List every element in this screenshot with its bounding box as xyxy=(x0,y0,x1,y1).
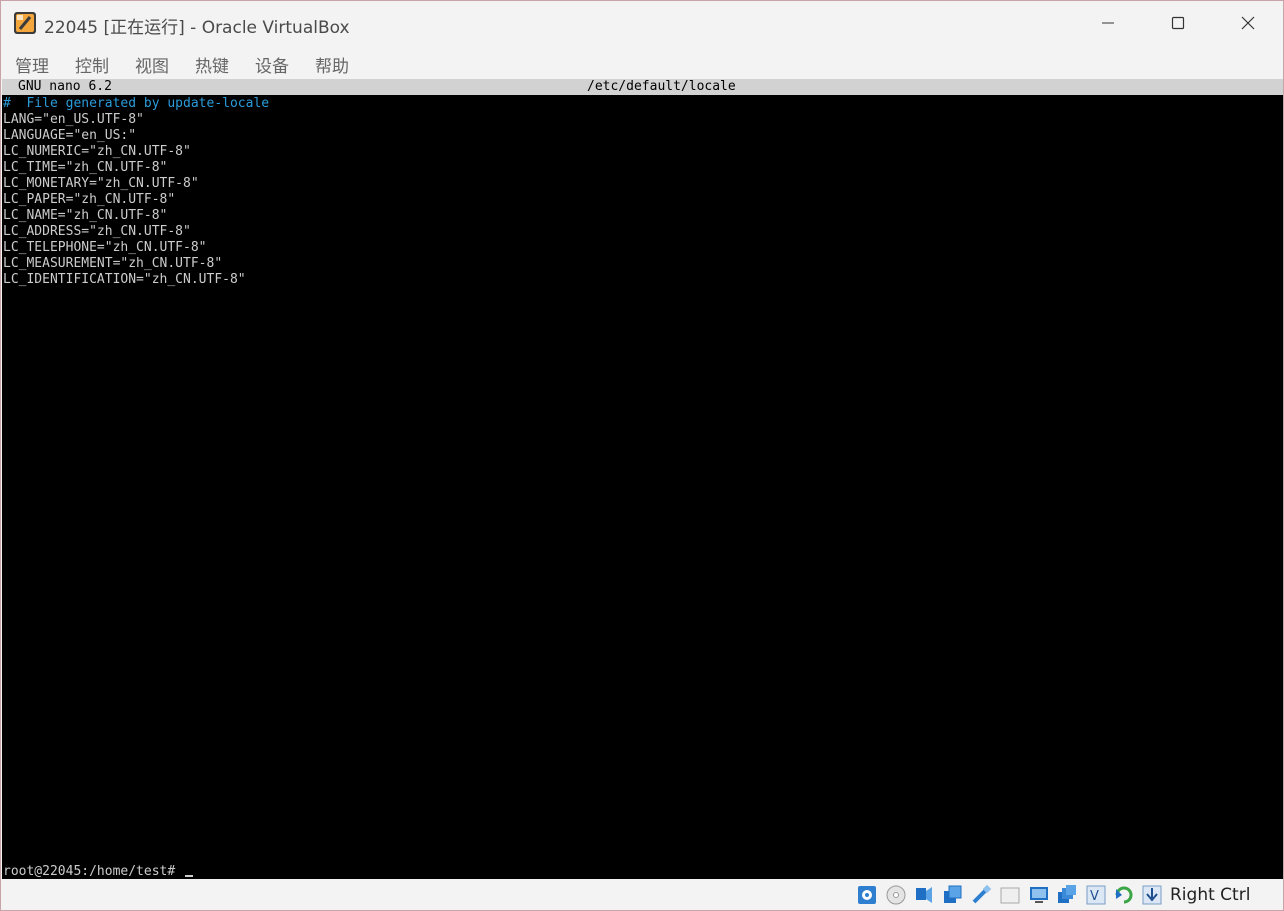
window-title: 22045 [正在运行] - Oracle VirtualBox xyxy=(44,18,350,38)
hard-disk-icon[interactable] xyxy=(857,885,877,905)
close-icon xyxy=(1241,16,1255,30)
keyboard-capture-icon[interactable] xyxy=(1142,885,1162,905)
menu-devices[interactable]: 设备 xyxy=(255,52,289,77)
minimize-button[interactable] xyxy=(1073,1,1143,45)
config-line: LC_MONETARY="zh_CN.UTF-8" xyxy=(3,176,199,191)
guest-screen[interactable]: GNU nano 6.2 /etc/default/locale # File … xyxy=(2,79,1283,879)
shell-prompt[interactable]: root@22045:/home/test# xyxy=(3,864,194,879)
mouse-integration-icon[interactable] xyxy=(1114,885,1134,905)
nano-editor-content[interactable]: # File generated by update-locale LANG="e… xyxy=(3,96,269,288)
menu-control[interactable]: 控制 xyxy=(75,52,109,77)
host-key-label[interactable]: Right Ctrl xyxy=(1170,885,1250,905)
maximize-button[interactable] xyxy=(1143,1,1213,45)
config-line: LC_ADDRESS="zh_CN.UTF-8" xyxy=(3,224,191,239)
audio-icon[interactable] xyxy=(914,885,934,905)
display-icon[interactable] xyxy=(1029,885,1049,905)
text-cursor xyxy=(185,875,194,877)
menu-bar: 管理 控制 视图 热键 设备 帮助 xyxy=(1,45,1283,79)
usb-icon[interactable] xyxy=(971,885,991,905)
config-line: LC_NAME="zh_CN.UTF-8" xyxy=(3,208,168,223)
recording-icon[interactable] xyxy=(1057,885,1077,905)
menu-hotkeys[interactable]: 热键 xyxy=(195,52,229,77)
nano-title-bar: GNU nano 6.2 /etc/default/locale xyxy=(2,79,1283,95)
config-line: LC_IDENTIFICATION="zh_CN.UTF-8" xyxy=(3,272,246,287)
prompt-text: root@22045:/home/test# xyxy=(3,864,184,879)
config-line: LANGUAGE="en_US:" xyxy=(3,128,137,143)
config-line: LC_MEASUREMENT="zh_CN.UTF-8" xyxy=(3,256,223,271)
virtualization-icon[interactable]: V xyxy=(1086,885,1106,905)
optical-drive-icon[interactable] xyxy=(886,885,906,905)
maximize-icon xyxy=(1171,16,1185,30)
menu-manage[interactable]: 管理 xyxy=(15,52,49,77)
menu-help[interactable]: 帮助 xyxy=(315,52,349,77)
shared-folders-icon[interactable] xyxy=(1000,885,1020,905)
minimize-icon xyxy=(1102,22,1114,24)
status-bar: V Right Ctrl xyxy=(1,879,1283,910)
close-button[interactable] xyxy=(1213,1,1283,45)
nano-version: GNU nano 6.2 xyxy=(18,79,112,94)
svg-text:V: V xyxy=(1090,889,1099,904)
virtualbox-app-icon xyxy=(14,12,36,34)
nano-filename: /etc/default/locale xyxy=(587,79,736,94)
config-line: LC_PAPER="zh_CN.UTF-8" xyxy=(3,192,176,207)
config-line: LC_TIME="zh_CN.UTF-8" xyxy=(3,160,168,175)
config-line: LANG="en_US.UTF-8" xyxy=(3,112,144,127)
config-line: LC_NUMERIC="zh_CN.UTF-8" xyxy=(3,144,191,159)
menu-view[interactable]: 视图 xyxy=(135,52,169,77)
network-icon[interactable] xyxy=(943,885,963,905)
virtualbox-window: 22045 [正在运行] - Oracle VirtualBox 管理 控制 视… xyxy=(0,0,1284,911)
config-line: LC_TELEPHONE="zh_CN.UTF-8" xyxy=(3,240,207,255)
title-bar[interactable]: 22045 [正在运行] - Oracle VirtualBox xyxy=(1,1,1283,45)
comment-line: # File generated by update-locale xyxy=(3,96,270,111)
